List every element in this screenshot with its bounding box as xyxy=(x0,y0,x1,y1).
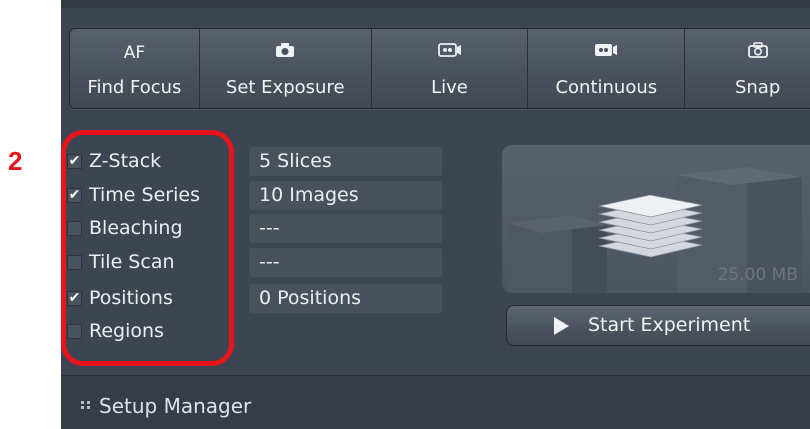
tile-scan-value: --- xyxy=(249,248,442,277)
annotation-number: 2 xyxy=(8,146,23,176)
setup-manager-header[interactable]: Setup Manager xyxy=(61,375,810,429)
acquisition-toolbar: AF Find Focus Set Exposure Live Continuo… xyxy=(69,28,810,109)
experiment-preview: 25.00 MB xyxy=(502,145,810,293)
snap-button[interactable]: Snap xyxy=(685,29,810,108)
positions-value: 0 Positions xyxy=(249,284,442,313)
bleaching-value: --- xyxy=(249,214,442,243)
snap-label: Snap xyxy=(734,77,781,98)
z-stack-value: 5 Slices xyxy=(249,147,442,176)
continuous-button[interactable]: Continuous xyxy=(528,29,686,108)
video-camera-icon xyxy=(372,39,528,61)
video-camera-icon xyxy=(528,39,684,61)
set-exposure-button[interactable]: Set Exposure xyxy=(199,29,372,108)
time-series-value: 10 Images xyxy=(249,181,442,210)
camera-icon xyxy=(200,39,371,61)
live-button[interactable]: Live xyxy=(371,29,529,108)
find-focus-button[interactable]: AF Find Focus xyxy=(70,29,200,108)
acquisition-panel: AF Find Focus Set Exposure Live Continuo… xyxy=(61,0,810,429)
set-exposure-label: Set Exposure xyxy=(225,77,345,98)
start-experiment-button[interactable]: Start Experiment xyxy=(506,305,810,346)
play-icon xyxy=(554,317,569,335)
panel-top-edge xyxy=(61,0,810,8)
find-focus-label: Find Focus xyxy=(87,77,182,98)
setup-manager-title: Setup Manager xyxy=(99,394,252,418)
continuous-label: Continuous xyxy=(555,77,658,98)
start-experiment-label: Start Experiment xyxy=(588,314,751,336)
live-label: Live xyxy=(431,77,468,98)
highlight-outline xyxy=(61,130,234,366)
data-size-label: 25.00 MB xyxy=(717,265,798,285)
grip-icon xyxy=(81,401,90,409)
af-label: AF xyxy=(123,43,146,63)
snap-camera-icon xyxy=(685,39,810,61)
